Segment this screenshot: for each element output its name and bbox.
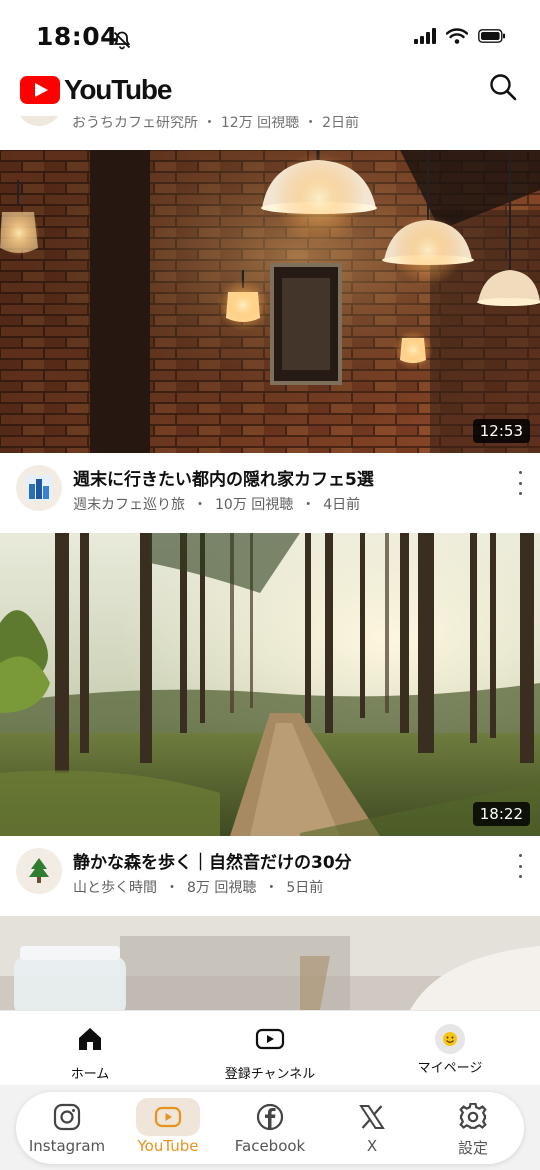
youtube-wordmark: YouTube — [64, 74, 172, 105]
home-icon — [79, 1028, 101, 1050]
video-duration: 12:53 — [472, 419, 530, 443]
video-title[interactable]: 週末に行きたい都内の隠れ家カフェ5選 — [73, 465, 374, 490]
status-indicators — [414, 28, 506, 44]
upload-age: 4日前 — [323, 497, 361, 513]
smiley-icon — [443, 1032, 457, 1046]
city-icon — [26, 475, 52, 501]
youtube-logo[interactable]: YouTube — [20, 74, 172, 106]
video-duration: 18:22 — [472, 802, 530, 826]
tab-youtube[interactable]: YouTube — [117, 1092, 219, 1164]
tab-facebook[interactable]: Facebook — [219, 1092, 321, 1164]
view-count: 8万 回視聴 — [187, 880, 257, 896]
video-info[interactable]: 静かな森を歩く｜自然音だけの30分 山と歩く時間・ 8万 回視聴・ 5日前 — [0, 836, 540, 916]
nav-subscriptions[interactable]: 登録チャンネル — [180, 1023, 360, 1082]
kitchen-image — [0, 916, 540, 1010]
tab-x-label: X — [366, 1137, 378, 1155]
video-meta: 山と歩く時間・ 8万 回視聴・ 5日前 — [73, 880, 324, 896]
tab-settings-label: 設定 — [457, 1139, 488, 1157]
gear-icon — [459, 1103, 487, 1129]
channel-avatar[interactable] — [16, 848, 62, 894]
status-time: 18:04 — [36, 22, 119, 51]
more-options-icon[interactable] — [512, 854, 528, 878]
avatar — [435, 1024, 465, 1054]
tab-x[interactable]: X — [321, 1092, 423, 1164]
video-meta: 週末カフェ巡り旅・ 10万 回視聴・ 4日前 — [73, 497, 361, 513]
youtube-play-icon — [20, 76, 60, 104]
video-info[interactable]: 週末に行きたい都内の隠れ家カフェ5選 週末カフェ巡り旅・ 10万 回視聴・ 4日前 — [0, 453, 540, 533]
bell-muted-icon — [113, 31, 131, 50]
facebook-icon — [256, 1103, 284, 1131]
tab-instagram-label: Instagram — [28, 1137, 106, 1155]
video-thumbnail[interactable]: 18:22 — [0, 533, 540, 836]
nav-home-label: ホーム — [70, 1067, 110, 1082]
app-header: YouTube — [0, 64, 540, 116]
x-logo-icon — [359, 1105, 385, 1129]
app-switch-bar: Instagram YouTube Facebook X 設定 — [16, 1092, 524, 1164]
channel-name[interactable]: 山と歩く時間 — [73, 880, 157, 896]
channel-name[interactable]: 週末カフェ巡り旅 — [73, 497, 185, 513]
nav-mypage[interactable]: マイページ — [360, 1023, 540, 1076]
youtube-bottom-nav: ホーム 登録チャンネル マイページ — [0, 1010, 540, 1091]
status-bar: 18:04 — [0, 0, 540, 72]
video-thumbnail[interactable] — [0, 916, 540, 1010]
search-icon[interactable] — [488, 72, 518, 102]
pine-tree-icon — [29, 858, 49, 883]
tab-instagram[interactable]: Instagram — [16, 1092, 118, 1164]
video-title[interactable]: 静かな森を歩く｜自然音だけの30分 — [73, 848, 352, 873]
subscriptions-icon — [255, 1028, 285, 1050]
channel-avatar[interactable] — [16, 465, 62, 511]
more-options-icon[interactable] — [512, 471, 528, 495]
youtube-icon — [154, 1106, 182, 1128]
tab-facebook-label: Facebook — [234, 1137, 306, 1155]
battery-icon — [478, 29, 505, 43]
nav-mypage-label: マイページ — [417, 1061, 483, 1076]
wifi-icon — [446, 28, 468, 44]
instagram-icon — [53, 1103, 81, 1131]
nav-subscriptions-label: 登録チャンネル — [224, 1067, 316, 1082]
signal-icon — [414, 28, 436, 44]
video-feed[interactable]: おうちカフェ研究所 ・ 12万 回視聴 ・ 2日前 12:53 週末に行きたい都… — [0, 100, 540, 1010]
video-thumbnail[interactable]: 12:53 — [0, 150, 540, 453]
forest-path-image — [0, 533, 540, 836]
tab-settings[interactable]: 設定 — [422, 1092, 524, 1164]
cafe-interior-image — [0, 150, 540, 453]
upload-age: 5日前 — [286, 880, 324, 896]
tab-youtube-label: YouTube — [137, 1137, 199, 1155]
nav-home[interactable]: ホーム — [0, 1023, 180, 1082]
view-count: 10万 回視聴 — [215, 497, 294, 513]
